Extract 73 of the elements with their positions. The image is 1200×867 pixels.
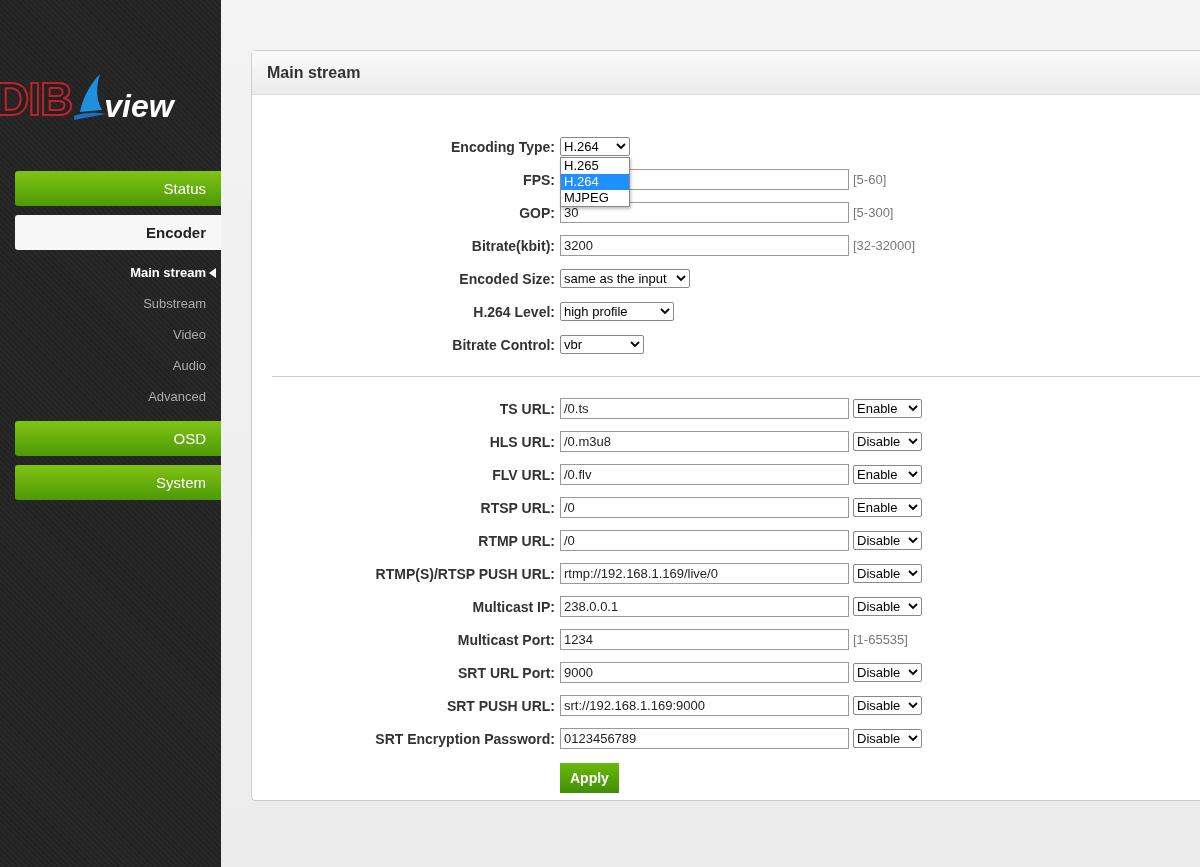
field-label: FPS:: [522, 171, 556, 188]
range-hint: [5-60]: [853, 172, 887, 187]
dropdown[interactable]: Disable: [853, 531, 922, 550]
logo-text: view: [104, 90, 174, 122]
caret-icon: [908, 504, 918, 511]
dropdown[interactable]: Disable: [853, 432, 922, 451]
input-field[interactable]: srt://192.168.1.169:9000: [560, 695, 849, 716]
field-label: SRT URL Port:: [457, 664, 556, 681]
caret-icon: [616, 143, 626, 150]
caret-icon: [908, 570, 918, 577]
caret-icon: [660, 308, 670, 315]
input-field[interactable]: 0123456789: [560, 728, 849, 749]
field-label: Multicast IP:: [471, 598, 556, 615]
field-label: SRT Encryption Password:: [374, 730, 556, 747]
field-label: HLS URL:: [488, 433, 556, 450]
field-label: Bitrate(kbit):: [470, 237, 556, 254]
caret-icon: [908, 669, 918, 676]
field-label: GOP:: [518, 204, 556, 221]
dropdown[interactable]: Disable: [853, 597, 922, 616]
input-field[interactable]: 9000: [560, 662, 849, 683]
caret-icon: [630, 341, 640, 348]
field-label: RTMP(S)/RTSP PUSH URL:: [374, 565, 556, 582]
caret-icon: [676, 275, 686, 282]
field-label: Bitrate Control:: [451, 336, 556, 353]
range-hint: [32-32000]: [853, 238, 916, 253]
caret-icon: [908, 537, 918, 544]
caret-icon: [908, 405, 918, 412]
input-field[interactable]: /0: [560, 530, 849, 551]
dropdown[interactable]: Enable: [853, 399, 922, 418]
dropdown[interactable]: Disable: [853, 564, 922, 583]
dropdown-option[interactable]: H.265: [561, 158, 629, 174]
input-field[interactable]: 1234: [560, 629, 849, 650]
input-field[interactable]: 30: [560, 202, 849, 223]
pointer-icon: [209, 267, 216, 278]
field-label: Encoded Size:: [458, 270, 556, 287]
range-hint: [1-65535]: [853, 632, 908, 647]
panel-title: Main stream: [267, 63, 361, 82]
field-label: SRT PUSH URL:: [445, 697, 556, 714]
dropdown[interactable]: Enable: [853, 498, 922, 517]
caret-icon: [908, 603, 918, 610]
field-label: RTSP URL:: [479, 499, 556, 516]
submenu-item[interactable]: Advanced: [148, 389, 206, 404]
range-hint: [5-300]: [853, 205, 894, 220]
submenu-item[interactable]: Audio: [172, 358, 206, 373]
dropdown[interactable]: Enable: [853, 465, 922, 484]
field-label: FLV URL:: [491, 466, 556, 483]
input-field[interactable]: /0: [560, 497, 849, 518]
dropdown[interactable]: high profile: [560, 302, 674, 321]
field-label: TS URL:: [498, 400, 556, 417]
dropdown[interactable]: Disable: [853, 729, 922, 748]
input-field[interactable]: /0.flv: [560, 464, 849, 485]
caret-icon: [908, 438, 918, 445]
dropdown[interactable]: Disable: [853, 696, 922, 715]
submenu-item[interactable]: Video: [173, 327, 206, 342]
field-label: H.264 Level:: [472, 303, 556, 320]
dropdown[interactable]: vbr: [560, 335, 644, 354]
input-field[interactable]: 3200: [560, 235, 849, 256]
input-field[interactable]: rtmp://192.168.1.169/live/0: [560, 563, 849, 584]
dropdown[interactable]: Disable: [853, 663, 922, 682]
field-label: RTMP URL:: [477, 532, 556, 549]
input-field[interactable]: 238.0.0.1: [560, 596, 849, 617]
field-label: Multicast Port:: [456, 631, 556, 648]
caret-icon: [908, 702, 918, 709]
menu-item[interactable]: Encoder: [15, 215, 221, 250]
caret-icon: [908, 471, 918, 478]
caret-icon: [908, 735, 918, 742]
field-label: Encoding Type:: [450, 138, 556, 155]
input-field[interactable]: /0.ts: [560, 398, 849, 419]
submenu-item[interactable]: Substream: [143, 296, 206, 311]
submenu-item[interactable]: Main stream: [130, 265, 206, 280]
input-field[interactable]: /0.m3u8: [560, 431, 849, 452]
dropdown[interactable]: H.264: [560, 137, 630, 156]
dropdown[interactable]: same as the input: [560, 269, 690, 288]
